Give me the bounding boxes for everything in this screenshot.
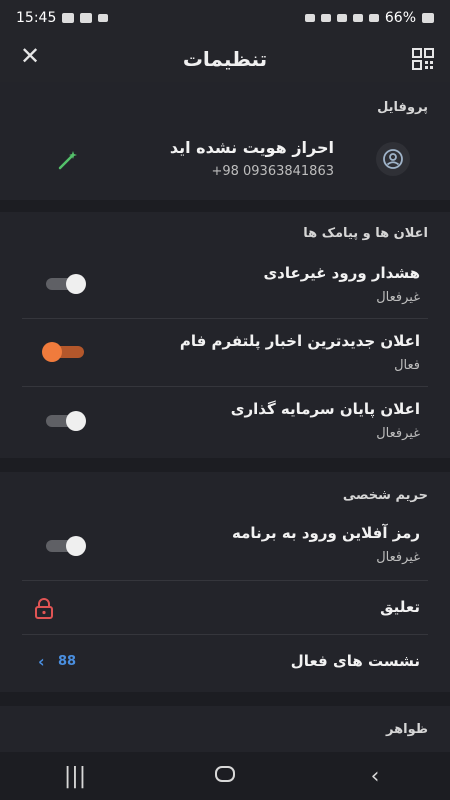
toggle-thumb [66,411,86,431]
page-title: تنظیمات [182,47,268,71]
suspend-label: تعلیق [380,598,420,616]
cast-icon [80,13,93,23]
close-icon[interactable]: ✕ [20,42,40,70]
status-time: 15:45 [16,10,57,26]
active-sessions-label: نشست های فعال [290,652,420,670]
back-icon[interactable]: ‹ [345,764,405,789]
unusual-login-label: هشدار ورود غیرعادی [263,264,420,282]
investment-end-status: غیرفعال [376,426,420,441]
gallery-icon [62,13,75,23]
status-bar: 15:45 66% [0,0,450,36]
toggle-thumb [66,536,86,556]
offline-password-toggle[interactable] [42,536,86,556]
investment-end-label: اعلان پایان سرمایه گذاری [230,400,420,418]
appearance-section-title: ظواهر [386,722,428,737]
privacy-row-offline-password[interactable]: رمز آفلاین ورود به برنامه غیرفعال [0,518,450,576]
profile-name: احراز هویت نشده اید [169,138,334,157]
avatar [376,142,410,176]
status-right: 66% [304,10,434,26]
unusual-login-toggle[interactable] [42,274,86,294]
platform-news-toggle[interactable] [42,342,86,362]
magic-wand-icon[interactable] [56,148,80,172]
chevron-left-icon: ‹ [38,652,45,671]
battery-percent: 66% [384,10,416,26]
lock-icon [35,598,53,619]
qr-code-icon[interactable] [412,48,434,70]
home-icon[interactable] [195,764,255,789]
appearance-card [0,706,450,752]
divider [22,318,428,319]
platform-news-status: فعال [394,358,420,373]
profile-row[interactable]: احراز هویت نشده اید +98 09363841863 [0,130,450,190]
offline-password-status: غیرفعال [376,550,420,565]
privacy-row-active-sessions[interactable]: نشست های فعال ‹ 88 [0,642,450,684]
headset-icon [336,14,347,22]
profile-phone: +98 09363841863 [211,164,334,179]
divider [22,634,428,635]
platform-news-label: اعلان جدیدترین اخبار پلتفرم فام [179,332,420,350]
signal-icon [368,14,379,22]
battery-icon [422,13,434,23]
investment-end-toggle[interactable] [42,411,86,431]
notifications-section-title: اعلان ها و پیامک ها [303,226,428,241]
notification-icon [98,14,109,22]
battery-saver-icon [320,14,331,22]
user-icon [383,149,403,169]
notification-row-unusual-login[interactable]: هشدار ورود غیرعادی غیرفعال [0,258,450,316]
privacy-row-suspend[interactable]: تعلیق [0,588,450,630]
privacy-section-title: حریم شخصی [342,488,428,503]
notification-row-platform-news[interactable]: اعلان جدیدترین اخبار پلتفرم فام فعال [0,326,450,384]
app-bar: ✕ تنظیمات [0,36,450,82]
key-icon [304,14,315,22]
profile-section-title: پروفایل [377,100,428,115]
offline-password-label: رمز آفلاین ورود به برنامه [232,524,420,542]
wifi-icon [352,14,363,22]
active-sessions-count: 88 [58,654,77,669]
divider [22,386,428,387]
notification-row-investment-end[interactable]: اعلان پایان سرمایه گذاری غیرفعال [0,394,450,452]
system-navigation-bar: ||| ‹ [0,752,450,800]
status-left: 15:45 [16,10,109,26]
unusual-login-status: غیرفعال [376,290,420,305]
toggle-thumb [66,274,86,294]
home-shape [215,765,235,782]
toggle-thumb [42,342,62,362]
recent-apps-icon[interactable]: ||| [45,764,105,789]
divider [22,580,428,581]
